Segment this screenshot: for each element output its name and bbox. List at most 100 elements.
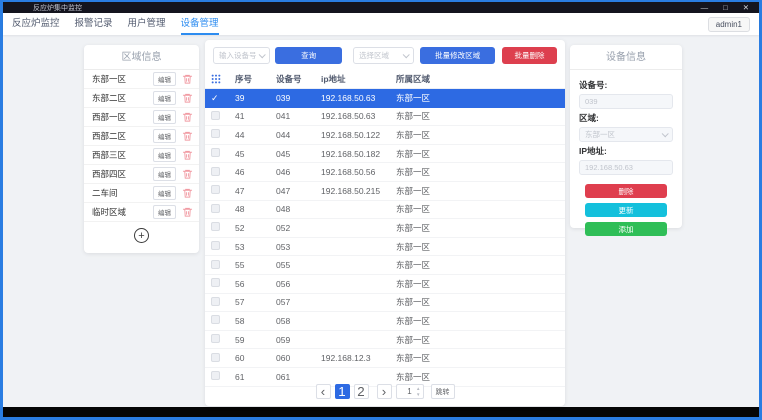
close-icon[interactable]: ✕ — [743, 4, 749, 12]
user-account-button[interactable]: admin1 — [708, 17, 750, 32]
row-checkbox[interactable] — [211, 278, 220, 287]
row-checkbox[interactable] — [211, 111, 220, 120]
table-row[interactable]: 47047192.168.50.215东部一区 — [205, 182, 565, 201]
row-checkbox[interactable] — [211, 129, 220, 138]
table-row[interactable]: 44044192.168.50.122东部一区 — [205, 126, 565, 145]
table-row[interactable]: 53053东部一区 — [205, 238, 565, 257]
table-row[interactable]: 56056东部一区 — [205, 275, 565, 294]
row-checkbox[interactable] — [211, 148, 220, 157]
cell-region: 东部一区 — [396, 352, 559, 364]
update-button[interactable]: 更新 — [585, 203, 667, 217]
chevron-down-icon — [403, 51, 410, 58]
region-edit-button[interactable]: 编辑 — [153, 91, 176, 105]
tab-alarm-records[interactable]: 报警记录 — [75, 13, 113, 35]
check-icon[interactable]: ✓ — [211, 93, 219, 103]
page-button-1[interactable]: 1 — [335, 384, 350, 399]
region-list-item[interactable]: 临时区域编辑 — [84, 203, 199, 222]
row-checkbox[interactable] — [211, 241, 220, 250]
region-list-item[interactable]: 二车间编辑 — [84, 184, 199, 203]
row-checkbox[interactable] — [211, 334, 220, 343]
select-all-grid-icon[interactable] — [211, 74, 235, 84]
cell-device-number: 048 — [276, 204, 321, 214]
trash-icon[interactable] — [182, 111, 193, 123]
region-edit-button[interactable]: 编辑 — [153, 186, 176, 200]
region-label: 区域: — [579, 112, 673, 124]
jump-page-button[interactable]: 跳转 — [431, 384, 455, 399]
cell-device-number: 045 — [276, 149, 321, 159]
table-row[interactable]: 60060192.168.12.3东部一区 — [205, 349, 565, 368]
cell-serial: 47 — [235, 186, 276, 196]
cell-serial: 46 — [235, 167, 276, 177]
jump-page-input[interactable]: 1 ▲▼ — [396, 384, 424, 399]
table-row[interactable]: 41041192.168.50.63东部一区 — [205, 108, 565, 127]
region-list-item[interactable]: 东部一区编辑 — [84, 70, 199, 89]
row-checkbox[interactable] — [211, 297, 220, 306]
next-page-button[interactable]: › — [377, 384, 392, 399]
query-button[interactable]: 查询 — [275, 47, 342, 64]
ip-field[interactable]: 192.168.50.63 — [579, 160, 673, 175]
region-field[interactable]: 东部一区 — [579, 127, 673, 142]
trash-icon[interactable] — [182, 92, 193, 104]
tab-user-management[interactable]: 用户管理 — [128, 13, 166, 35]
table-row[interactable]: 45045192.168.50.182东部一区 — [205, 145, 565, 164]
header-device: 设备号 — [276, 73, 321, 85]
table-row[interactable]: 58058东部一区 — [205, 312, 565, 331]
window-controls: — □ ✕ — [701, 4, 749, 12]
table-row[interactable]: 52052东部一区 — [205, 219, 565, 238]
header-ip: ip地址 — [321, 73, 396, 85]
row-checkbox[interactable] — [211, 353, 220, 362]
prev-page-button[interactable]: ‹ — [316, 384, 331, 399]
region-list-item[interactable]: 西部二区编辑 — [84, 127, 199, 146]
tab-furnace-monitor[interactable]: 反应炉监控 — [12, 13, 60, 35]
minimize-icon[interactable]: — — [701, 4, 709, 12]
tab-device-management[interactable]: 设备管理 — [181, 13, 219, 35]
row-checkbox[interactable] — [211, 315, 220, 324]
add-region-button[interactable]: + — [134, 228, 149, 243]
trash-icon[interactable] — [182, 168, 193, 180]
page-button-2[interactable]: 2 — [354, 384, 369, 399]
region-edit-button[interactable]: 编辑 — [153, 148, 176, 162]
region-name: 西部三区 — [92, 149, 153, 161]
region-edit-button[interactable]: 编辑 — [153, 129, 176, 143]
window-title: 反应炉集中监控 — [33, 3, 82, 13]
region-list-item[interactable]: 西部四区编辑 — [84, 165, 199, 184]
batch-delete-button[interactable]: 批量删除 — [502, 47, 557, 64]
trash-icon[interactable] — [182, 187, 193, 199]
table-row[interactable]: ✓39039192.168.50.63东部一区 — [205, 89, 565, 108]
region-list-item[interactable]: 西部三区编辑 — [84, 146, 199, 165]
row-checkbox[interactable] — [211, 204, 220, 213]
maximize-icon[interactable]: □ — [723, 4, 728, 12]
row-checkbox[interactable] — [211, 167, 220, 176]
row-checkbox[interactable] — [211, 222, 220, 231]
region-edit-button[interactable]: 编辑 — [153, 205, 176, 219]
region-list-item[interactable]: 东部二区编辑 — [84, 89, 199, 108]
table-row[interactable]: 48048东部一区 — [205, 201, 565, 220]
region-edit-button[interactable]: 编辑 — [153, 72, 176, 86]
cell-device-number: 057 — [276, 297, 321, 307]
region-edit-button[interactable]: 编辑 — [153, 167, 176, 181]
table-row[interactable]: 57057东部一区 — [205, 294, 565, 313]
row-checkbox[interactable] — [211, 371, 220, 380]
table-toolbar: 输入设备号 查询 选择区域 批量修改区域 批量删除 — [205, 40, 565, 70]
region-edit-button[interactable]: 编辑 — [153, 110, 176, 124]
device-number-input[interactable]: 输入设备号 — [213, 47, 270, 64]
number-stepper-icon[interactable]: ▲▼ — [416, 386, 420, 398]
add-button[interactable]: 添加 — [585, 222, 667, 236]
table-header: 序号 设备号 ip地址 所属区域 — [205, 70, 565, 89]
trash-icon[interactable] — [182, 73, 193, 85]
trash-icon[interactable] — [182, 149, 193, 161]
cell-device-number: 059 — [276, 335, 321, 345]
device-number-field[interactable]: 039 — [579, 94, 673, 109]
batch-modify-region-button[interactable]: 批量修改区域 — [420, 47, 495, 64]
table-row[interactable]: 55055东部一区 — [205, 256, 565, 275]
trash-icon[interactable] — [182, 130, 193, 142]
trash-icon[interactable] — [182, 206, 193, 218]
cell-device-number: 056 — [276, 279, 321, 289]
delete-button[interactable]: 删除 — [585, 184, 667, 198]
row-checkbox[interactable] — [211, 260, 220, 269]
table-row[interactable]: 46046192.168.50.56东部一区 — [205, 163, 565, 182]
row-checkbox[interactable] — [211, 185, 220, 194]
region-list-item[interactable]: 西部一区编辑 — [84, 108, 199, 127]
table-row[interactable]: 59059东部一区 — [205, 331, 565, 350]
region-select[interactable]: 选择区域 — [353, 47, 414, 64]
